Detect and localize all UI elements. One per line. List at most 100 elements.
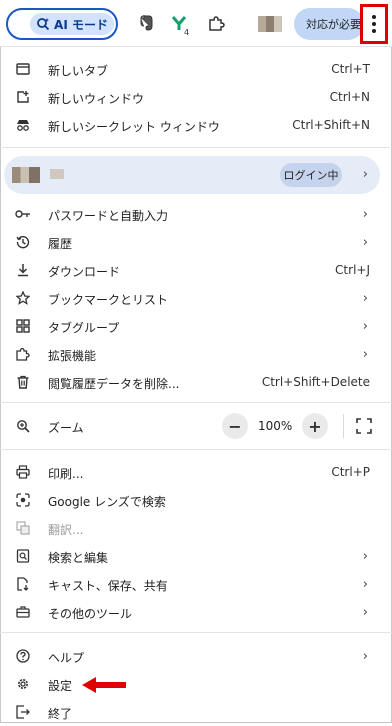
trash-icon (15, 374, 31, 390)
ai-mode-label: AI モード (54, 17, 108, 32)
menu-item-label: タブグループ (48, 321, 120, 335)
chevron-right-icon: › (362, 167, 368, 182)
divider (0, 46, 392, 47)
history-icon (15, 234, 31, 250)
menu-item-tab-groups[interactable]: タブグループ › (0, 312, 392, 340)
download-icon (15, 262, 31, 278)
menu-item-label: 履歴 (48, 237, 73, 251)
menu-item-label: 新しいウィンドウ (48, 92, 145, 106)
menu-item-label: 終了 (48, 707, 73, 721)
menu-item-label: 印刷... (48, 467, 84, 481)
divider (343, 414, 344, 438)
browser-toolbar: AI モード 4 対応が必要 (0, 0, 392, 46)
menu-item-label: ヘルプ (48, 651, 85, 665)
menu-item-more-tools[interactable]: その他のツール › (0, 598, 392, 626)
red-arrow-annotation (82, 677, 126, 693)
menu-item-label: 新しいタブ (48, 64, 109, 78)
shortcut: Ctrl+N (329, 90, 370, 104)
zoom-icon (15, 418, 31, 434)
more-vert-icon[interactable] (360, 4, 388, 44)
ai-search-sparkle-icon (37, 18, 50, 31)
menu-item-help[interactable]: ヘルプ › (0, 642, 392, 670)
menu-item-bookmarks[interactable]: ブックマークとリスト › (0, 284, 392, 312)
zoom-out-button[interactable]: − (222, 413, 248, 439)
menu-item-exit[interactable]: 終了 (0, 698, 392, 726)
chevron-right-icon: › (362, 549, 368, 564)
menu-item-label: パスワードと自動入力 (48, 209, 169, 223)
profile-row[interactable]: ログイン中 › (4, 156, 380, 194)
chevron-right-icon: › (362, 577, 368, 592)
menu-item-label: Google レンズで検索 (48, 495, 166, 509)
puzzle-extensions-icon[interactable] (206, 13, 226, 33)
chevron-right-icon: › (362, 319, 368, 334)
toolbox-icon (15, 604, 31, 620)
tab-groups-icon (15, 318, 31, 334)
help-icon (15, 648, 31, 664)
gear-icon (15, 676, 31, 692)
menu-item-label: 新しいシークレット ウィンドウ (48, 120, 220, 134)
menu-item-cast-save-share[interactable]: キャスト、保存、共有 › (0, 570, 392, 598)
shortcut: Ctrl+T (331, 62, 370, 76)
shortcut: Ctrl+J (335, 263, 370, 277)
menu-item-history[interactable]: 履歴 › (0, 228, 392, 256)
divider (0, 449, 392, 450)
menu-item-extensions[interactable]: 拡張機能 › (0, 340, 392, 368)
menu-item-label: ダウンロード (48, 265, 121, 279)
login-status-chip[interactable]: ログイン中 (280, 163, 342, 187)
translate-icon (15, 520, 31, 536)
fullscreen-icon[interactable] (355, 417, 373, 435)
star-icon (15, 290, 31, 306)
ai-mode-search-box[interactable]: AI モード (6, 8, 118, 40)
chevron-right-icon: › (362, 207, 368, 222)
divider (0, 147, 392, 148)
menu-item-label: 拡張機能 (48, 349, 97, 363)
menu-item-label: 設定 (48, 679, 73, 693)
menu-item-find-edit[interactable]: 検索と編集 › (0, 542, 392, 570)
new-window-icon (15, 89, 31, 105)
chevron-right-icon: › (362, 347, 368, 362)
shortcut: Ctrl+Shift+Delete (261, 375, 370, 389)
cast-save-share-icon (15, 576, 31, 592)
chevron-right-icon: › (362, 235, 368, 250)
find-edit-icon (15, 548, 31, 564)
ai-mode-button[interactable]: AI モード (30, 13, 114, 35)
puzzle-icon (15, 346, 31, 362)
shortcut: Ctrl+P (331, 465, 370, 479)
chevron-right-icon: › (362, 291, 368, 306)
evernote-icon[interactable] (136, 13, 156, 33)
menu-item-label: ブックマークとリスト (48, 293, 169, 307)
menu-item-label: 翻訳... (48, 523, 84, 537)
lens-icon (15, 492, 31, 508)
key-icon (15, 206, 31, 222)
shortcut: Ctrl+Shift+N (292, 118, 370, 132)
profile-thumbnail[interactable] (258, 16, 282, 32)
print-icon (15, 464, 31, 480)
menu-item-settings[interactable]: 設定 (0, 670, 392, 698)
action-needed-button[interactable]: 対応が必要 (294, 8, 364, 40)
menu-item-label: キャスト、保存、共有 (48, 579, 168, 593)
chevron-right-icon: › (362, 649, 368, 664)
menu-item-print[interactable]: 印刷... Ctrl+P (0, 458, 392, 486)
zoom-in-button[interactable]: + (302, 413, 328, 439)
menu-item-new-tab[interactable]: 新しいタブ Ctrl+T (0, 55, 392, 83)
zoom-level: 100% (258, 419, 293, 433)
menu-item-incognito[interactable]: 新しいシークレット ウィンドウ Ctrl+Shift+N (0, 111, 392, 139)
menu-item-clear-data[interactable]: 閲覧履歴データを削除... Ctrl+Shift+Delete (0, 368, 392, 396)
incognito-icon (15, 117, 31, 133)
menu-item-new-window[interactable]: 新しいウィンドウ Ctrl+N (0, 83, 392, 111)
chevron-right-icon: › (362, 605, 368, 620)
menu-item-label: その他のツール (48, 607, 133, 621)
menu-item-translate: 翻訳... (0, 514, 392, 542)
profile-name-blurred (50, 169, 64, 179)
menu-item-passwords[interactable]: パスワードと自動入力 › (0, 200, 392, 228)
divider (0, 402, 392, 403)
menu-item-google-lens[interactable]: Google レンズで検索 (0, 486, 392, 514)
zoom-label: ズーム (48, 421, 84, 435)
extension-badge: 4 (184, 28, 190, 37)
zoom-row: ズーム (0, 412, 392, 440)
exit-icon (15, 704, 31, 720)
avatar (12, 167, 40, 183)
new-tab-icon (15, 61, 31, 77)
menu-item-downloads[interactable]: ダウンロード Ctrl+J (0, 256, 392, 284)
menu-item-label: 閲覧履歴データを削除... (48, 377, 180, 391)
